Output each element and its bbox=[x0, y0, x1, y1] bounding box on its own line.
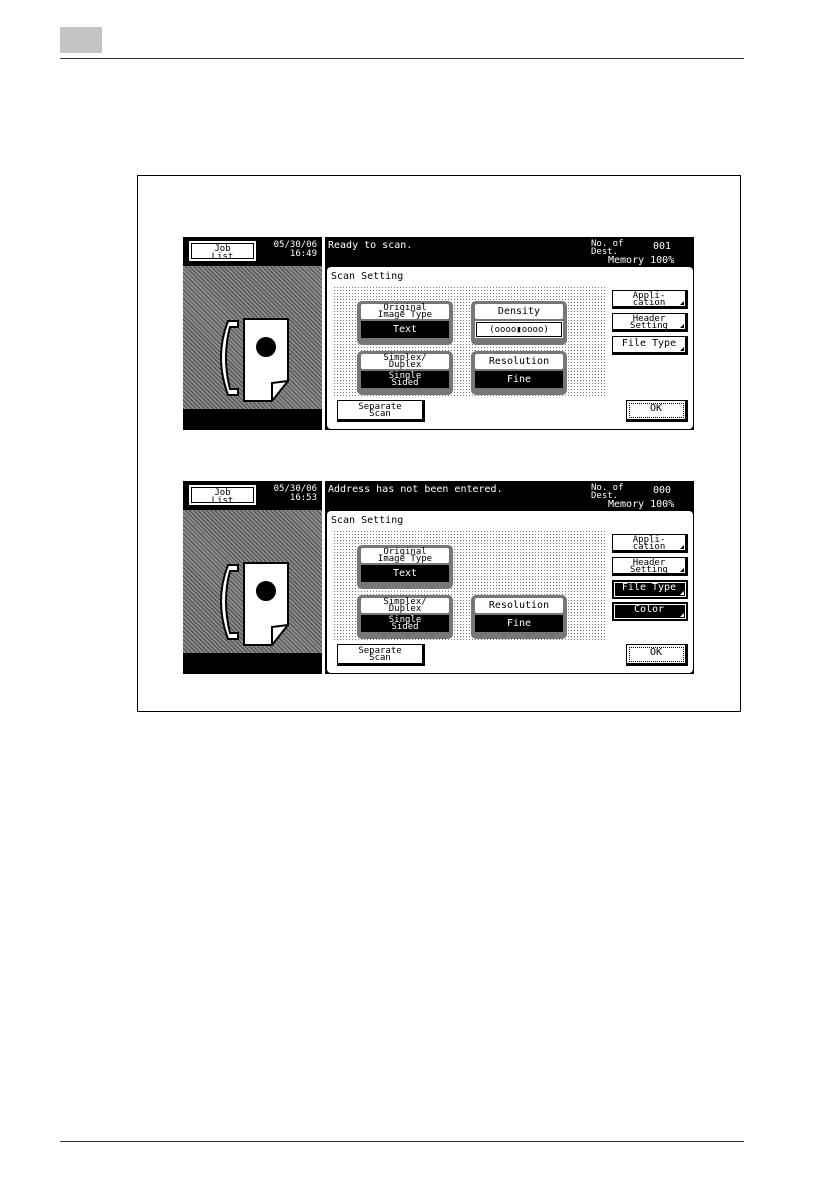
footer-rule bbox=[60, 1141, 744, 1142]
dest-count-label: No. of Dest. bbox=[591, 483, 624, 501]
resolution-button[interactable]: Resolution Fine bbox=[471, 595, 567, 639]
memory-indicator: Memory 100% bbox=[608, 255, 675, 266]
date-time: 05/30/06 16:53 bbox=[259, 485, 317, 503]
simplex-duplex-button[interactable]: Simplex/ Duplex Single Sided bbox=[357, 351, 453, 395]
density-scale: (oooo▮oooo) bbox=[489, 325, 549, 335]
original-image-type-button[interactable]: Original Image Type Text bbox=[357, 301, 453, 345]
file-type-button[interactable]: File Type bbox=[612, 580, 688, 599]
illustration-area bbox=[183, 510, 322, 653]
scan-setting-title: Scan Setting bbox=[331, 515, 404, 526]
left-pane: Job List 05/30/06 16:49 bbox=[183, 237, 322, 430]
ok-button[interactable]: OK bbox=[626, 400, 688, 422]
illustration-area bbox=[183, 266, 322, 409]
scan-setting-pane: Scan Setting Original Image Type Text De… bbox=[327, 267, 693, 429]
resolution-button[interactable]: Resolution Fine bbox=[471, 351, 567, 395]
time: 16:53 bbox=[289, 493, 317, 503]
scan-setting-pane: Scan Setting Original Image Type Text Si… bbox=[327, 511, 693, 673]
left-pane: Job List 05/30/06 16:53 bbox=[183, 481, 322, 674]
memory-indicator: Memory 100% bbox=[608, 499, 675, 510]
job-list-button[interactable]: Job List bbox=[189, 485, 256, 506]
job-list-button[interactable]: Job List bbox=[189, 241, 256, 262]
status-message: Address has not been entered. bbox=[328, 484, 503, 495]
scan-setting-title: Scan Setting bbox=[331, 271, 404, 282]
header-rule bbox=[60, 58, 744, 59]
dest-count: 001 bbox=[653, 241, 672, 252]
time: 16:49 bbox=[289, 249, 317, 259]
scan-panel-2: Job List 05/30/06 16:53 Address has not … bbox=[183, 481, 694, 674]
header-setting-button[interactable]: Header Setting bbox=[612, 557, 688, 576]
header-setting-button[interactable]: Header Setting bbox=[612, 313, 688, 332]
dest-count-label: No. of Dest. bbox=[591, 239, 624, 257]
date-time: 05/30/06 16:49 bbox=[259, 241, 317, 259]
file-type-button[interactable]: File Type bbox=[612, 336, 688, 355]
dest-count: 000 bbox=[653, 485, 672, 496]
separate-scan-button[interactable]: Separate Scan bbox=[337, 400, 425, 422]
fax-machine-icon bbox=[220, 562, 289, 646]
color-button[interactable]: Color bbox=[612, 602, 688, 621]
separate-scan-button[interactable]: Separate Scan bbox=[337, 644, 425, 666]
application-button[interactable]: Appli- cation bbox=[612, 534, 688, 553]
simplex-duplex-button[interactable]: Simplex/ Duplex Single Sided bbox=[357, 595, 453, 639]
density-button[interactable]: Density (oooo▮oooo) bbox=[471, 301, 567, 345]
application-button[interactable]: Appli- cation bbox=[612, 290, 688, 309]
fax-machine-icon bbox=[220, 318, 289, 402]
original-image-type-button[interactable]: Original Image Type Text bbox=[357, 545, 453, 589]
status-message: Ready to scan. bbox=[328, 240, 413, 251]
ok-button[interactable]: OK bbox=[626, 644, 688, 666]
chapter-tab bbox=[60, 27, 102, 53]
scan-panel-1: Job List 05/30/06 16:49 Ready to scan. N… bbox=[183, 237, 694, 430]
